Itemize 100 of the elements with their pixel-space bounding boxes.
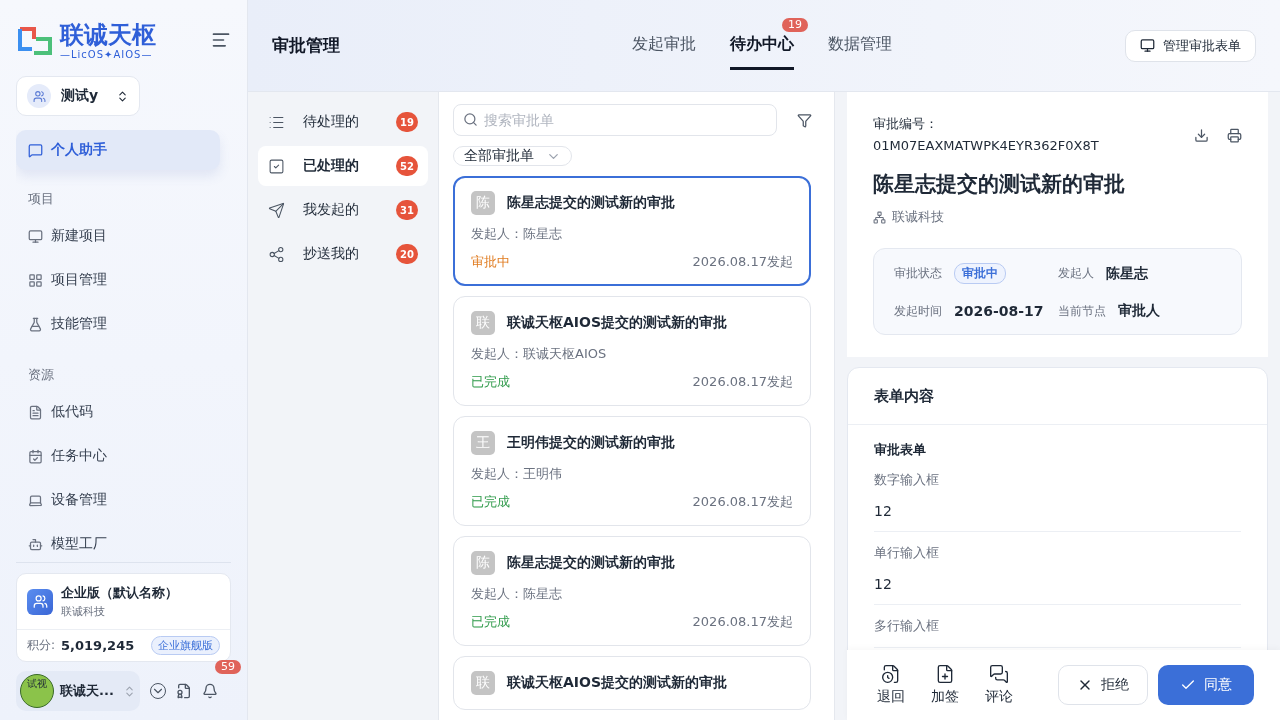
nav-item[interactable]: 设备管理 xyxy=(16,478,231,522)
company-name: 联诚科技 xyxy=(61,604,106,619)
approval-title: 陈星志提交的测试新的审批 xyxy=(507,194,675,212)
approve-button[interactable]: 同意 xyxy=(1158,665,1254,705)
company-name: 联诚科技 xyxy=(892,208,944,226)
notification-badge: 59 xyxy=(215,660,241,674)
count-badge: 19 xyxy=(396,112,418,132)
share-icon xyxy=(268,245,285,263)
category-item[interactable]: 已处理的 52 xyxy=(258,146,428,186)
action-button[interactable]: 评论 xyxy=(985,664,1013,706)
tab[interactable]: 数据管理 xyxy=(828,21,892,70)
count-badge: 52 xyxy=(396,156,418,176)
download-icon[interactable] xyxy=(1194,128,1209,143)
nav-item[interactable]: 模型工厂 xyxy=(16,522,231,562)
field-value: 12 xyxy=(874,503,893,519)
manage-forms-button[interactable]: 管理审批表单 xyxy=(1125,29,1256,62)
points-value: 5,019,245 xyxy=(61,638,135,653)
form-name: 审批表单 xyxy=(874,442,926,457)
field-label: 单行输入框 xyxy=(874,544,940,562)
monitor-icon xyxy=(1140,38,1155,53)
grid-icon xyxy=(28,272,43,288)
nav-item[interactable]: 新建项目 xyxy=(16,214,231,258)
user-avatar: 试视 xyxy=(20,674,54,708)
plan-badge: 企业旗舰版 xyxy=(151,636,220,655)
page-title: 审批管理 xyxy=(272,34,341,57)
approval-date: 2026.08.17发起 xyxy=(692,493,793,511)
nav-item[interactable]: 低代码 xyxy=(16,390,231,434)
approval-card[interactable]: 陈 陈星志提交的测试新的审批 发起人：陈星志 审批中 2026.08.17发起 xyxy=(453,176,811,286)
nav-item[interactable]: 项目管理 xyxy=(16,258,231,302)
category-item[interactable]: 待处理的 19 xyxy=(258,102,428,142)
approval-card[interactable]: 陈 陈星志提交的测试新的审批 发起人：陈星志 已完成 2026.08.17发起 xyxy=(453,536,811,646)
approval-card[interactable]: 联 联诚天枢AIOS提交的测试新的审批 发起人：联诚天枢AIOS 已完成 2026.08.17发起 xyxy=(453,296,811,406)
category-label: 抄送我的 xyxy=(303,245,359,263)
action-button[interactable]: 退回 xyxy=(877,664,905,706)
approval-status: 已完成 xyxy=(471,493,510,511)
avatar: 陈 xyxy=(471,191,495,215)
initiator: 发起人：王明伟 xyxy=(471,465,563,483)
category-label: 我发起的 xyxy=(303,201,359,219)
category-item[interactable]: 我发起的 31 xyxy=(258,190,428,230)
info-value: 陈星志 xyxy=(1105,264,1148,283)
reject-button[interactable]: 拒绝 xyxy=(1058,665,1148,705)
approval-title: 联诚天枢AIOS提交的测试新的审批 xyxy=(507,314,728,332)
calendar-icon xyxy=(28,448,43,464)
collapse-menu-icon[interactable] xyxy=(211,30,231,50)
count-badge: 20 xyxy=(396,244,418,264)
nav-item[interactable]: 技能管理 xyxy=(16,302,231,346)
category-label: 待处理的 xyxy=(303,113,359,131)
approval-number-label: 审批编号： xyxy=(873,115,939,133)
assistant-nav-item[interactable]: 个人助手 xyxy=(16,130,220,170)
document-icon[interactable] xyxy=(176,683,192,699)
logo-subtitle: —LicOS✦AIOS— xyxy=(60,48,154,60)
avatar: 联 xyxy=(471,311,495,335)
info-label: 审批状态 xyxy=(894,265,942,282)
user-switcher[interactable]: 试视 联诚天... xyxy=(16,671,140,711)
tab[interactable]: 发起审批 xyxy=(632,21,696,70)
approval-status: 审批中 xyxy=(471,253,510,271)
approval-status: 已完成 xyxy=(471,613,510,631)
approval-title: 联诚天枢AIOS提交的测试新的审批 xyxy=(507,674,728,692)
notification-icon[interactable] xyxy=(202,683,218,699)
section-title: 项目 xyxy=(27,190,55,208)
sort-arrows-icon xyxy=(123,684,136,698)
info-value: 2026-08-17 xyxy=(954,303,1044,319)
field-label: 多行输入框 xyxy=(874,617,940,635)
initiator: 发起人：联诚天枢AIOS xyxy=(471,345,608,363)
category-label: 已处理的 xyxy=(303,157,359,175)
sort-arrows-icon xyxy=(116,89,129,103)
search-field[interactable]: 搜索审批单 xyxy=(453,104,777,136)
count-badge: 31 xyxy=(396,200,418,220)
print-icon[interactable] xyxy=(1227,128,1242,143)
nav-item[interactable]: 任务中心 xyxy=(16,434,231,478)
workspace-switcher[interactable]: 测试y xyxy=(16,76,140,116)
approval-number: 01M07EAXMATWPK4EYR362F0X8T xyxy=(873,137,1099,155)
approval-date: 2026.08.17发起 xyxy=(692,373,793,391)
approval-date: 2026.08.17发起 xyxy=(692,613,793,631)
approval-type-dropdown[interactable]: 全部审批单 xyxy=(453,146,572,166)
info-label: 当前节点 xyxy=(1057,302,1106,320)
avatar: 陈 xyxy=(471,551,495,575)
approval-title: 陈星志提交的测试新的审批 xyxy=(507,554,675,572)
organization-name: 企业版（默认名称） xyxy=(61,584,178,602)
approval-date: 2026.08.17发起 xyxy=(692,253,793,271)
tab-badge: 19 xyxy=(782,17,808,32)
info-label: 发起人 xyxy=(1057,265,1094,282)
form-section-title: 表单内容 xyxy=(874,387,934,405)
initiator: 发起人：陈星志 xyxy=(471,225,563,243)
laptop-icon xyxy=(28,492,43,508)
approval-title: 王明伟提交的测试新的审批 xyxy=(507,434,675,452)
chat-icon xyxy=(28,142,43,158)
status-badge: 审批中 xyxy=(954,263,1006,284)
user-icon xyxy=(27,84,51,108)
section-title: 资源 xyxy=(27,366,55,384)
document-clock-icon xyxy=(881,664,901,684)
flask-icon xyxy=(28,316,43,332)
field-value: 12 xyxy=(874,576,893,592)
approval-card[interactable]: 联 联诚天枢AIOS提交的测试新的审批 xyxy=(453,656,811,710)
info-label: 发起时间 xyxy=(894,302,942,320)
field-label: 数字输入框 xyxy=(874,471,940,489)
chat-icon xyxy=(989,664,1009,684)
category-item[interactable]: 抄送我的 20 xyxy=(258,234,428,274)
initiator: 发起人：陈星志 xyxy=(471,585,563,603)
action-button[interactable]: 加签 xyxy=(931,664,959,706)
